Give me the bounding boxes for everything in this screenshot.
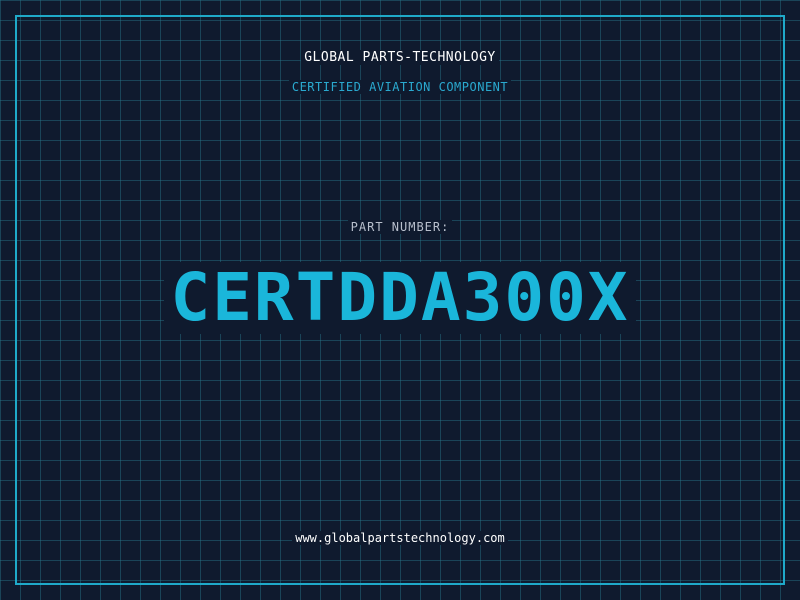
part-number-label: PART NUMBER: <box>0 220 800 234</box>
brand-tagline: CERTIFIED AVIATION COMPONENT <box>0 80 800 94</box>
part-number-label-text: PART NUMBER: <box>347 220 453 234</box>
website-text[interactable]: www.globalpartstechnology.com <box>292 531 508 545</box>
label-card: GLOBAL PARTS-TECHNOLOGY CERTIFIED AVIATI… <box>0 0 800 600</box>
part-number-container: CERTDDA300X <box>0 262 800 334</box>
brand-tagline-text: CERTIFIED AVIATION COMPONENT <box>288 80 512 94</box>
website-link[interactable]: www.globalpartstechnology.com <box>0 531 800 545</box>
brand-name: GLOBAL PARTS-TECHNOLOGY <box>0 50 800 65</box>
part-number-value: CERTDDA300X <box>164 262 636 334</box>
brand-name-text: GLOBAL PARTS-TECHNOLOGY <box>301 50 499 65</box>
